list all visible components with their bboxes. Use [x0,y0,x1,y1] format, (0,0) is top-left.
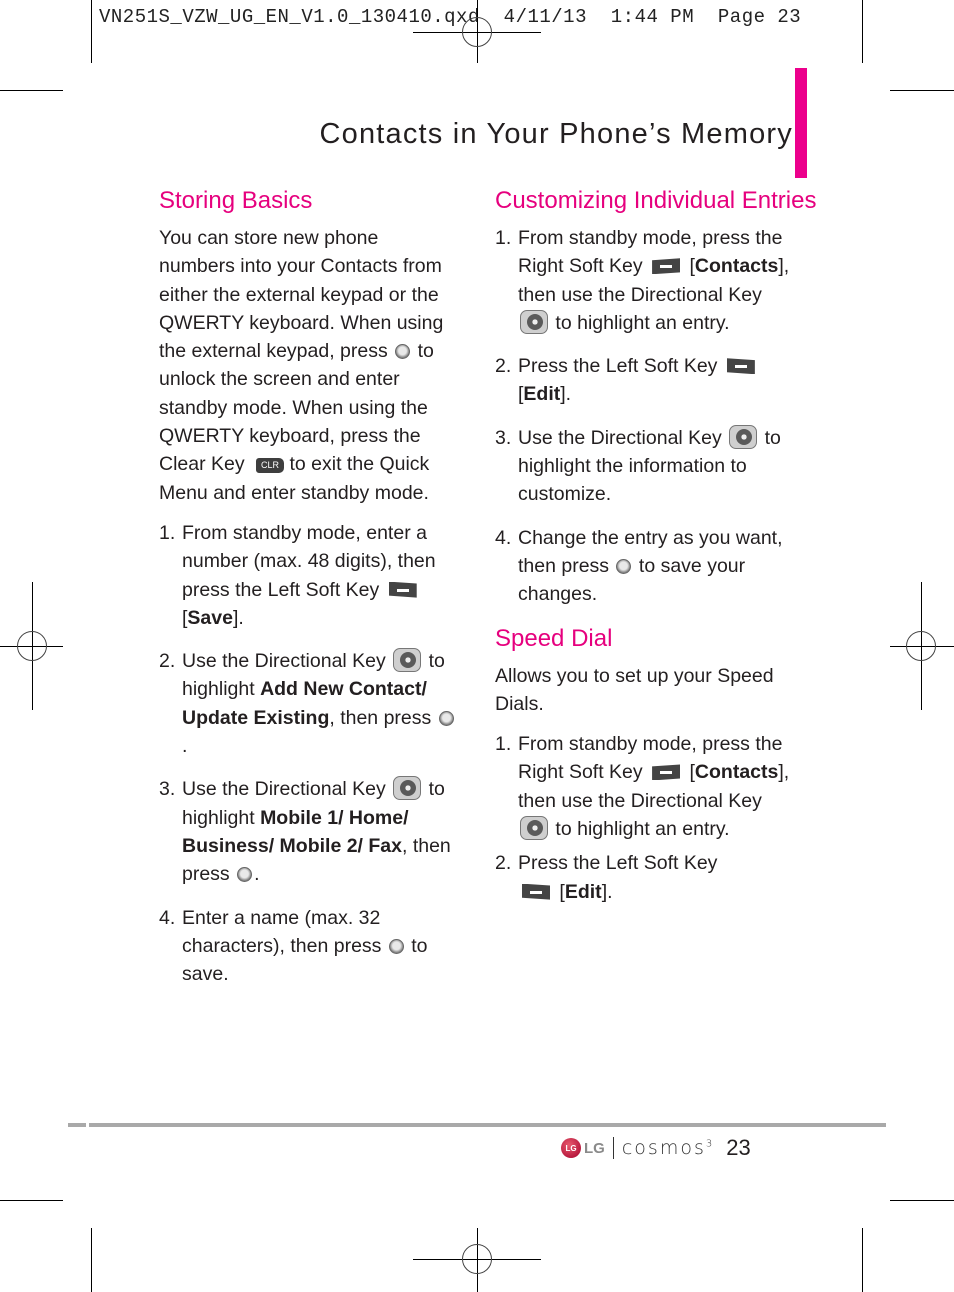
ok-key-icon [395,344,411,360]
section-heading-customizing: Customizing Individual Entries [495,187,817,214]
directional-key-icon [393,776,422,801]
registration-mark-circle [906,631,936,661]
product-version: 3 [705,1138,713,1150]
step-number: 2. [495,355,512,378]
crop-mark [890,1200,954,1201]
directional-key-icon [520,816,548,841]
footer-rule [68,1123,886,1127]
left-soft-key-icon [522,883,550,900]
bracket: ]. [232,606,244,629]
directional-key-icon [520,309,548,334]
step-text: Use the Directional Key [182,778,386,801]
list-item: 3. Use the Directional Key to highlight … [495,424,795,509]
step-number: 3. [495,426,512,449]
step-text: Press the Left Soft Key [518,355,718,378]
left-soft-key-icon [388,581,417,598]
left-column: Storing Basics You can store new phone n… [159,186,459,1003]
step-number: 1. [495,227,512,249]
directional-key-icon [729,424,758,449]
list-item: 3. Use the Directional Key to highlight … [159,775,459,888]
step-text: Use the Directional Key [518,426,722,449]
step-number: 2. [159,650,176,673]
step-number: 1. [495,733,512,756]
intro-paragraph: You can store new phone numbers into you… [159,224,459,507]
menu-option: Contacts [694,761,779,784]
page-title: Contacts in Your Phone’s Memory [319,118,793,150]
right-soft-key-icon [652,258,681,275]
section-heading-speed-dial: Speed Dial [495,624,613,652]
step-text: Use the Directional Key [182,650,386,673]
list-item: 1. From standby mode, enter a number (ma… [159,519,459,632]
section-accent-bar [795,68,807,178]
crop-mark [91,0,92,63]
list-item: 4. Enter a name (max. 32 characters), th… [159,904,459,989]
step-number: 1. [159,521,176,544]
crop-mark [91,1228,92,1292]
crop-mark [0,1200,63,1201]
right-column: Customizing Individual Entries 1. From s… [495,186,817,921]
menu-option: Edit [523,383,561,406]
step-number: 4. [495,526,512,549]
product-name: cosmos3 [622,1137,712,1159]
brand-name: LG [584,1139,605,1157]
step-text: to highlight an entry. [555,818,730,841]
footer: LG LG cosmos3 23 [561,1134,751,1162]
bracket: ]. [601,880,613,903]
right-soft-key-icon [652,764,681,781]
page-number: 23 [726,1135,751,1160]
step-text: Enter a name (max. 32 characters), then … [182,906,382,957]
list-item: 1. From standby mode, press the Right So… [495,224,795,337]
step-text: to highlight an entry. [555,311,730,334]
section-heading-storing-basics: Storing Basics [159,187,313,214]
lg-logo-text: LG [565,1143,577,1153]
footer-rule-gap [86,1123,89,1127]
directional-key-icon [393,648,422,673]
crop-mark [862,0,863,63]
clear-key-icon: CLR [256,458,285,474]
ok-key-icon [237,867,253,883]
list-item: 2. Press the Left Soft Key [Edit]. [495,849,795,906]
crop-mark [890,90,954,91]
bracket: ]. [560,383,572,406]
crop-mark [862,1228,863,1292]
storing-steps: 1. From standby mode, enter a number (ma… [159,519,459,988]
list-item: 1. From standby mode, press the Right So… [495,730,795,843]
intro-text: You can store new phone numbers into you… [159,227,444,363]
step-text: . [254,863,260,886]
crop-mark [0,90,63,91]
list-item: 2. Use the Directional Key to highlight … [159,647,459,760]
menu-option: Contacts [694,255,779,278]
ok-key-icon [388,938,404,954]
step-number: 3. [159,778,176,801]
step-number: 2. [495,852,512,875]
step-text: . [182,735,188,758]
file-slug: VN251S_VZW_UG_EN_V1.0_130410.qxd 4/11/13… [99,6,802,28]
list-item: 4. Change the entry as you want, then pr… [495,524,795,609]
registration-mark-circle [462,1244,492,1274]
list-item: 2. Press the Left Soft Key [Edit]. [495,352,795,409]
registration-mark-circle [17,631,47,661]
ok-key-icon [616,558,632,574]
lg-logo-icon: LG [561,1138,581,1158]
menu-option: Save [187,606,233,629]
step-text: , then press [329,706,432,729]
step-number: 4. [159,906,176,929]
left-soft-key-icon [726,358,755,375]
customizing-steps: 1. From standby mode, press the Right So… [495,224,795,609]
product-name-text: cosmos [621,1137,706,1159]
footer-separator [612,1137,614,1159]
ok-key-icon [438,710,454,726]
menu-option: Edit [564,880,602,903]
speed-dial-intro: Allows you to set up your Speed Dials. [495,664,774,715]
registration-mark-circle [462,17,492,47]
speed-dial-steps: 1. From standby mode, press the Right So… [495,730,795,906]
step-text: Press the Left Soft Key [518,852,718,875]
